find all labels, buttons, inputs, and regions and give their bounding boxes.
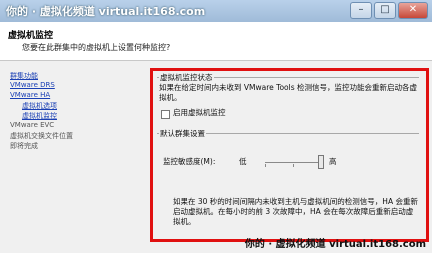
maximize-icon[interactable]: □ [374,2,396,19]
wizard-sidebar: 群集功能 VMware DRS VMware HA 虚拟机选项 虚拟机监控 VM… [0,61,146,253]
monitoring-description: 如果在给定时间内未收到 VMware Tools 检测信号，监控功能会重新启动各… [159,83,417,102]
window-controls: – □ ✕ [350,2,428,19]
sensitivity-low-label: 低 [239,157,247,166]
sidebar-item-vm-monitoring[interactable]: 虚拟机监控 [22,111,57,121]
wizard-header: 虚拟机监控 您要在此群集中的虚拟机上设置何种监控? [0,22,432,61]
monitoring-section-title: 虚拟机监控状态 [159,72,214,83]
slider-thumb[interactable] [318,155,324,169]
page-title: 虚拟机监控 [8,31,54,41]
close-icon[interactable]: ✕ [398,2,428,19]
defaults-section-title: 默认群集设置 [159,128,206,139]
monitoring-panel: 虚拟机监控状态 如果在给定时间内未收到 VMware Tools 检测信号，监控… [150,68,429,242]
sidebar-item-vm-options[interactable]: 虚拟机选项 [22,101,57,111]
sidebar-item-vmware-ha[interactable]: VMware HA [10,91,50,99]
slider-tick [265,164,266,167]
sidebar-item-vmware-drs[interactable]: VMware DRS [10,81,55,89]
window-title: 你的 · 虚拟化频道 virtual.it168.com [6,5,206,18]
sidebar-item-vmware-evc: VMware EVC [10,121,55,129]
enable-vm-monitoring-checkbox[interactable] [161,110,170,119]
minimize-icon[interactable]: – [350,2,372,19]
page-subtitle: 您要在此群集中的虚拟机上设置何种监控? [22,43,171,52]
sidebar-item-cluster-features[interactable]: 群集功能 [10,71,38,81]
sensitivity-label: 监控敏感度(M): [163,157,216,166]
defaults-description: 如果在 30 秒的时间间隔内未收到主机与虚拟机间的检测信号，HA 会重新启动虚拟… [173,197,418,226]
sensitivity-high-label: 高 [329,157,337,166]
slider-track [265,162,321,163]
sidebar-item-ready-to-complete: 即将完成 [10,142,38,150]
slider-tick [293,164,294,167]
watermark-text: 你的 · 虚拟化频道 virtual.it168.com [244,239,426,250]
enable-vm-monitoring-label: 启用虚拟机监控 [173,108,226,117]
title-bar: 你的 · 虚拟化频道 virtual.it168.com – □ ✕ [0,0,432,22]
sidebar-item-swapfile-location: 虚拟机交换文件位置 [10,132,73,140]
